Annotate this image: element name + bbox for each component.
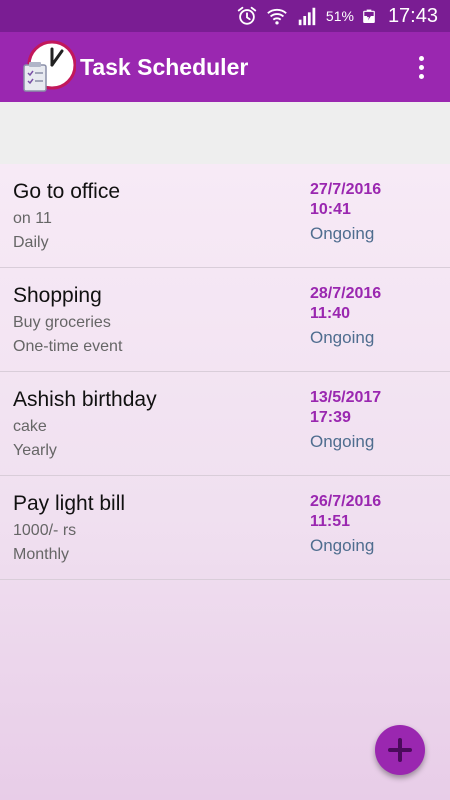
battery-charging-icon <box>363 9 375 23</box>
task-datetime: 28/7/2016 11:40 <box>310 284 381 324</box>
signal-icon <box>298 7 316 26</box>
task-status: Ongoing <box>310 536 375 555</box>
app-title: Task Scheduler <box>80 53 249 80</box>
task-time: 17:39 <box>310 409 351 426</box>
status-bar: 51% 17:43 <box>0 0 450 32</box>
task-list: Go to office on 11 Daily 27/7/2016 10:41… <box>0 164 450 800</box>
task-time: 10:41 <box>310 201 351 218</box>
battery-percent: 51% <box>325 8 354 24</box>
task-title: Ashish birthday <box>13 388 157 411</box>
task-repeat: One-time event <box>13 338 123 355</box>
app-bar: Task Scheduler <box>0 32 450 102</box>
task-title: Pay light bill <box>13 492 126 515</box>
task-date: 26/7/2016 <box>310 493 382 510</box>
add-icon <box>388 738 412 762</box>
task-title: Go to office <box>13 180 121 203</box>
task-datetime: 13/5/2017 17:39 <box>310 388 381 428</box>
task-description: on 11 <box>13 210 52 227</box>
task-time: 11:51 <box>310 513 351 530</box>
task-repeat: Monthly <box>13 546 70 563</box>
task-datetime: 27/7/2016 10:41 <box>310 180 381 220</box>
list-item[interactable]: Go to office on 11 Daily 27/7/2016 10:41… <box>0 164 450 268</box>
list-item[interactable]: Pay light bill 1000/- rs Monthly 26/7/20… <box>0 476 450 580</box>
task-status: Ongoing <box>310 224 375 243</box>
header-spacer <box>0 102 450 164</box>
task-repeat: Yearly <box>13 442 57 459</box>
task-description: cake <box>13 418 47 435</box>
list-item[interactable]: Ashish birthday cake Yearly 13/5/2017 17… <box>0 372 450 476</box>
clock-checklist-icon <box>23 40 76 92</box>
task-date: 28/7/2016 <box>310 285 382 302</box>
task-time: 11:40 <box>310 305 351 322</box>
add-task-button[interactable] <box>375 725 425 775</box>
clock: 17:43 <box>387 4 438 27</box>
alarm-icon <box>237 6 257 25</box>
task-title: Shopping <box>13 284 102 307</box>
wifi-icon <box>267 8 287 25</box>
task-status: Ongoing <box>310 328 375 347</box>
list-item[interactable]: Shopping Buy groceries One-time event 28… <box>0 268 450 372</box>
task-status: Ongoing <box>310 432 375 451</box>
task-datetime: 26/7/2016 11:51 <box>310 492 381 532</box>
more-vert-icon[interactable] <box>406 47 436 87</box>
task-repeat: Daily <box>13 234 49 251</box>
task-date: 13/5/2017 <box>310 389 382 406</box>
task-description: 1000/- rs <box>13 522 77 539</box>
task-description: Buy groceries <box>13 314 111 331</box>
task-date: 27/7/2016 <box>310 181 382 198</box>
